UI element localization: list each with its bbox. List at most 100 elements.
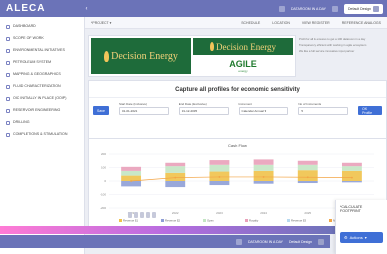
legend-label: Revenue $1 <box>123 219 139 223</box>
pan-icon[interactable] <box>134 212 138 218</box>
legend-label: Revenue $2 <box>165 219 181 223</box>
legend-swatch <box>245 219 248 222</box>
bar-segment <box>253 159 274 165</box>
bottom-bar: DATAROOM IN A DAY Default Design <box>0 235 330 248</box>
agile-text: AGILE <box>229 58 257 69</box>
bar-segment <box>209 181 230 186</box>
decision-energy-logo-small: Decision Energy <box>193 38 293 55</box>
subnav-link-location[interactable]: LOCATION <box>272 21 290 25</box>
profile-section: Capture all profiles for economic sensit… <box>88 80 387 140</box>
sidebar-item-reservoir[interactable]: RESERVOIR ENGINEERING <box>0 105 84 117</box>
legend-label: Opex <box>207 219 214 223</box>
bar-segment <box>165 162 186 167</box>
start-date-label: Start Date (Inclusive) <box>118 102 147 106</box>
agile-sub: energy <box>238 68 248 73</box>
top-bar-right: DATAROOM IN A DAY Default Design <box>279 3 387 14</box>
end-date-field: End Date (Exclusive) 31-12-2035 <box>178 102 229 115</box>
banner-line: We like a full service innovative input … <box>299 49 355 53</box>
sidebar-item-environmental[interactable]: ENVIRONMENTAL INITIATIVES <box>0 45 84 57</box>
x-tick-label: 2025 <box>304 211 311 215</box>
sidebar-item-fluid[interactable]: FLUID CHARACTERIZATION <box>0 81 84 93</box>
sidebar-toggle-icon[interactable]: ‹ <box>85 6 88 12</box>
layers-icon <box>6 96 10 101</box>
agile-energy-logo: AGILE energy <box>193 57 293 74</box>
flame-icon <box>104 50 110 62</box>
sidebar-item-ooip[interactable]: OIC INITIALLY IN PLACE (OOIP) <box>0 93 84 105</box>
increments-count-field: No of Increments 5 <box>298 102 349 115</box>
banner-line: Transparency efficient with working in a… <box>299 43 367 47</box>
sidebar-item-label: OIC INITIALLY IN PLACE (OOIP) <box>13 96 67 100</box>
legend-label: Revenue $3 <box>291 219 307 223</box>
zoom-icon[interactable] <box>128 212 132 218</box>
bar-segment <box>297 170 318 181</box>
sidebar-item-petroleum[interactable]: PETROLEUM SYSTEM <box>0 57 84 69</box>
start-date-field: Start Date (Inclusive) 01-01-2021 <box>118 102 169 115</box>
x-tick-label: 2024 <box>260 211 267 215</box>
sidebar-item-label: RESERVOIR ENGINEERING <box>13 108 61 112</box>
end-date-label: End Date (Exclusive) <box>178 102 207 106</box>
dashboard-icon <box>6 24 10 29</box>
x-tick-label: 2023 <box>216 211 223 215</box>
chart-toolbar <box>128 211 168 219</box>
legend-swatch <box>287 219 290 222</box>
section-title: Capture all profiles for economic sensit… <box>89 81 386 98</box>
start-date-input[interactable]: 01-01-2021 <box>118 107 169 115</box>
subnav-link-register[interactable]: VIEW REGISTER <box>302 21 330 25</box>
banner-right: Decision Energy AGILE energy <box>193 38 293 74</box>
sidebar-item-label: PETROLEUM SYSTEM <box>13 60 52 64</box>
app-brand[interactable]: ALECA ‹ <box>0 0 88 17</box>
flask-icon <box>6 84 10 89</box>
bar-segment <box>165 166 186 173</box>
project-dropdown[interactable]: *PROJECT ▾ <box>91 21 111 25</box>
company-banner: Decision Energy Decision Energy AGILE en… <box>88 35 296 77</box>
download-icon[interactable] <box>146 212 150 218</box>
sidebar-item-dashboard[interactable]: DASHBOARD <box>0 21 84 33</box>
bottom-menu[interactable]: DATAROOM IN A DAY <box>248 240 283 244</box>
bottom-user[interactable]: Default Design <box>289 240 312 244</box>
chart-title: Cash Flow <box>228 143 247 148</box>
subnav-link-schedule[interactable]: SCHEDULE <box>241 21 260 25</box>
sidebar-item-label: ENVIRONMENTAL INITIATIVES <box>13 48 65 52</box>
bar-segment <box>121 166 142 171</box>
user-button[interactable]: Default Design <box>344 3 383 14</box>
net-cash-flow-line <box>131 176 352 182</box>
wrench-icon <box>6 132 10 137</box>
calculate-footprint-title: *CALCULATE FOOTPRINT <box>340 205 363 213</box>
sidebar-item-drilling[interactable]: DRILLING <box>0 117 84 129</box>
save-button[interactable]: Save <box>93 106 109 115</box>
subnav-links: SCHEDULE LOCATION VIEW REGISTER REFERENC… <box>241 21 387 25</box>
y-tick-label: 0 <box>104 179 106 183</box>
sidebar-item-mapping[interactable]: MAPPING & GEOGRAPHICS <box>0 69 84 81</box>
decision-energy-logo: Decision Energy <box>91 38 191 74</box>
logo-text: Decision Energy <box>111 50 178 62</box>
reset-icon[interactable] <box>140 212 144 218</box>
gradient-strip <box>0 226 340 234</box>
actions-button[interactable]: ⚙ Actions ▾ <box>340 232 383 243</box>
avatar <box>318 238 324 245</box>
subnav-link-analogs[interactable]: REFERENCE ANALOGS <box>342 21 381 25</box>
legend-label: Royalty <box>249 219 259 223</box>
increments-count-input[interactable]: 5 <box>298 107 349 115</box>
ok-profile-button[interactable]: OK Profile <box>358 106 382 115</box>
increment-select[interactable]: Calendar Annual ▾ <box>238 107 289 115</box>
calculate-footprint-panel: *CALCULATE FOOTPRINT ⚙ Actions ▾ <box>335 200 387 254</box>
menu-icon[interactable] <box>332 5 339 12</box>
bar-segment <box>341 162 362 167</box>
logo-text-small: Decision Energy <box>215 41 277 52</box>
calendar-icon[interactable] <box>279 5 286 12</box>
menu-icon[interactable] <box>152 212 156 218</box>
bar-segment <box>121 170 142 176</box>
y-tick-label: -200 <box>100 206 106 210</box>
bar-segment <box>253 181 274 184</box>
x-tick-label: 2022 <box>172 211 179 215</box>
avatar <box>373 5 379 12</box>
bar-segment <box>341 166 362 171</box>
legend-swatch <box>161 219 164 222</box>
sidebar-item-label: DRILLING <box>13 120 30 124</box>
scope-icon <box>6 36 10 41</box>
sidebar-item-scope[interactable]: SCOPE OF WORK <box>0 33 84 45</box>
dataroom-menu[interactable]: DATAROOM IN A DAY <box>291 7 326 11</box>
end-date-input[interactable]: 31-12-2035 <box>178 107 229 115</box>
sidebar-item-completions[interactable]: COMPLETIONS & STIMULATION <box>0 129 84 141</box>
calendar-icon[interactable] <box>236 238 243 245</box>
